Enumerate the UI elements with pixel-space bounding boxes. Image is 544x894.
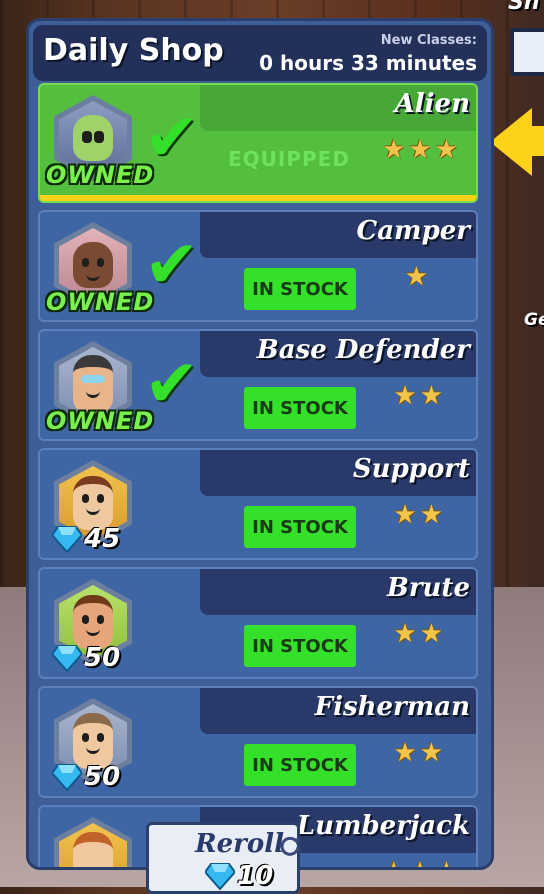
class-card-base-defender[interactable]: Base Defender ★ ★ ✔ IN STOCK OWNED: [38, 329, 478, 441]
star-icon: ★: [393, 738, 417, 768]
class-list: Alien ★ ★ ★ ✔ EQUIPPED OWNED Camper ★ ✔ …: [38, 83, 482, 867]
class-card-brute[interactable]: Brute ★ ★ 50 IN STOCK: [38, 567, 478, 679]
price-value: 50: [84, 643, 121, 673]
shop-title: Daily Shop: [43, 33, 224, 68]
class-name: Alien: [394, 89, 470, 119]
name-bar: Alien: [200, 85, 476, 131]
class-card-fisherman[interactable]: Fisherman ★ ★ 50 IN STOCK: [38, 686, 478, 798]
name-bar: Brute: [200, 569, 476, 615]
rarity-stars: ★★★: [382, 859, 458, 867]
refresh-timer: 0 hours 33 minutes: [259, 51, 477, 75]
side-label-mid: Ge: [524, 310, 544, 330]
class-card-support[interactable]: Support ★ ★ 45 IN STOCK: [38, 448, 478, 560]
class-name: Lumberjack: [296, 811, 470, 841]
side-panel-button[interactable]: [510, 28, 544, 76]
price-value: 50: [84, 762, 121, 792]
class-name: Fisherman: [314, 692, 470, 722]
reroll-label: Reroll: [195, 829, 284, 859]
selection-arrow-icon: [490, 108, 532, 176]
selection-arrow-tail: [528, 126, 544, 156]
gem-icon: [52, 645, 82, 672]
star-icon: ★: [382, 859, 405, 867]
equipped-label: EQUIPPED: [228, 147, 350, 171]
name-bar: Fisherman: [200, 688, 476, 734]
star-icon: ★: [408, 135, 432, 165]
name-bar: Camper: [200, 212, 476, 258]
rarity-stars: ★ ★: [393, 502, 443, 528]
star-icon: ★: [435, 859, 458, 867]
avatar-lumberjack: [59, 823, 127, 867]
rarity-stars: ★ ★: [393, 621, 443, 647]
name-bar: Support: [200, 450, 476, 496]
in-stock-button[interactable]: IN STOCK: [244, 506, 356, 548]
gem-icon: [52, 526, 82, 553]
star-icon: ★: [404, 262, 428, 292]
price-value: 45: [84, 524, 121, 554]
star-icon: ★: [393, 500, 417, 530]
class-name: Support: [352, 454, 470, 484]
new-classes-label: New Classes:: [380, 33, 477, 48]
owned-label: OWNED: [46, 288, 155, 316]
side-label-top: Sh: [508, 0, 540, 15]
star-icon: ★: [419, 500, 443, 530]
price-tag: 50: [52, 643, 120, 673]
in-stock-button[interactable]: IN STOCK: [244, 387, 356, 429]
rarity-stars: ★★★: [382, 137, 458, 163]
class-name: Camper: [356, 216, 470, 246]
star-icon: ★: [393, 619, 417, 649]
daily-shop-panel: Daily Shop New Classes: 0 hours 33 minut…: [26, 18, 494, 870]
rarity-stars: ★ ★: [393, 740, 443, 766]
refresh-icon: [280, 836, 300, 856]
name-bar: Base Defender: [200, 331, 476, 377]
rarity-stars: ★: [405, 264, 428, 290]
star-icon: ★: [419, 738, 443, 768]
gem-icon: [52, 764, 82, 791]
class-name: Base Defender: [256, 335, 470, 365]
in-stock-button[interactable]: IN STOCK: [244, 744, 356, 786]
star-icon: ★: [393, 381, 417, 411]
owned-label: OWNED: [46, 161, 155, 189]
owned-label: OWNED: [46, 407, 155, 435]
star-icon: ★: [434, 135, 458, 165]
class-card-alien[interactable]: Alien ★ ★ ★ ✔ EQUIPPED OWNED: [38, 83, 478, 203]
class-card-camper[interactable]: Camper ★ ✔ IN STOCK OWNED: [38, 210, 478, 322]
shop-header: Daily Shop New Classes: 0 hours 33 minut…: [33, 25, 487, 81]
price-tag: 50: [52, 762, 120, 792]
gem-icon: [205, 863, 235, 890]
star-icon: ★: [408, 859, 431, 867]
in-stock-button[interactable]: IN STOCK: [244, 625, 356, 667]
avatar-frame: [54, 817, 132, 867]
class-name: Brute: [386, 573, 470, 603]
star-icon: ★: [382, 135, 406, 165]
rarity-stars: ★ ★: [393, 383, 443, 409]
star-icon: ★: [419, 381, 443, 411]
in-stock-button[interactable]: IN STOCK: [244, 268, 356, 310]
star-icon: ★: [419, 619, 443, 649]
reroll-button[interactable]: Reroll 10: [146, 822, 300, 894]
price-tag: 45: [52, 524, 120, 554]
